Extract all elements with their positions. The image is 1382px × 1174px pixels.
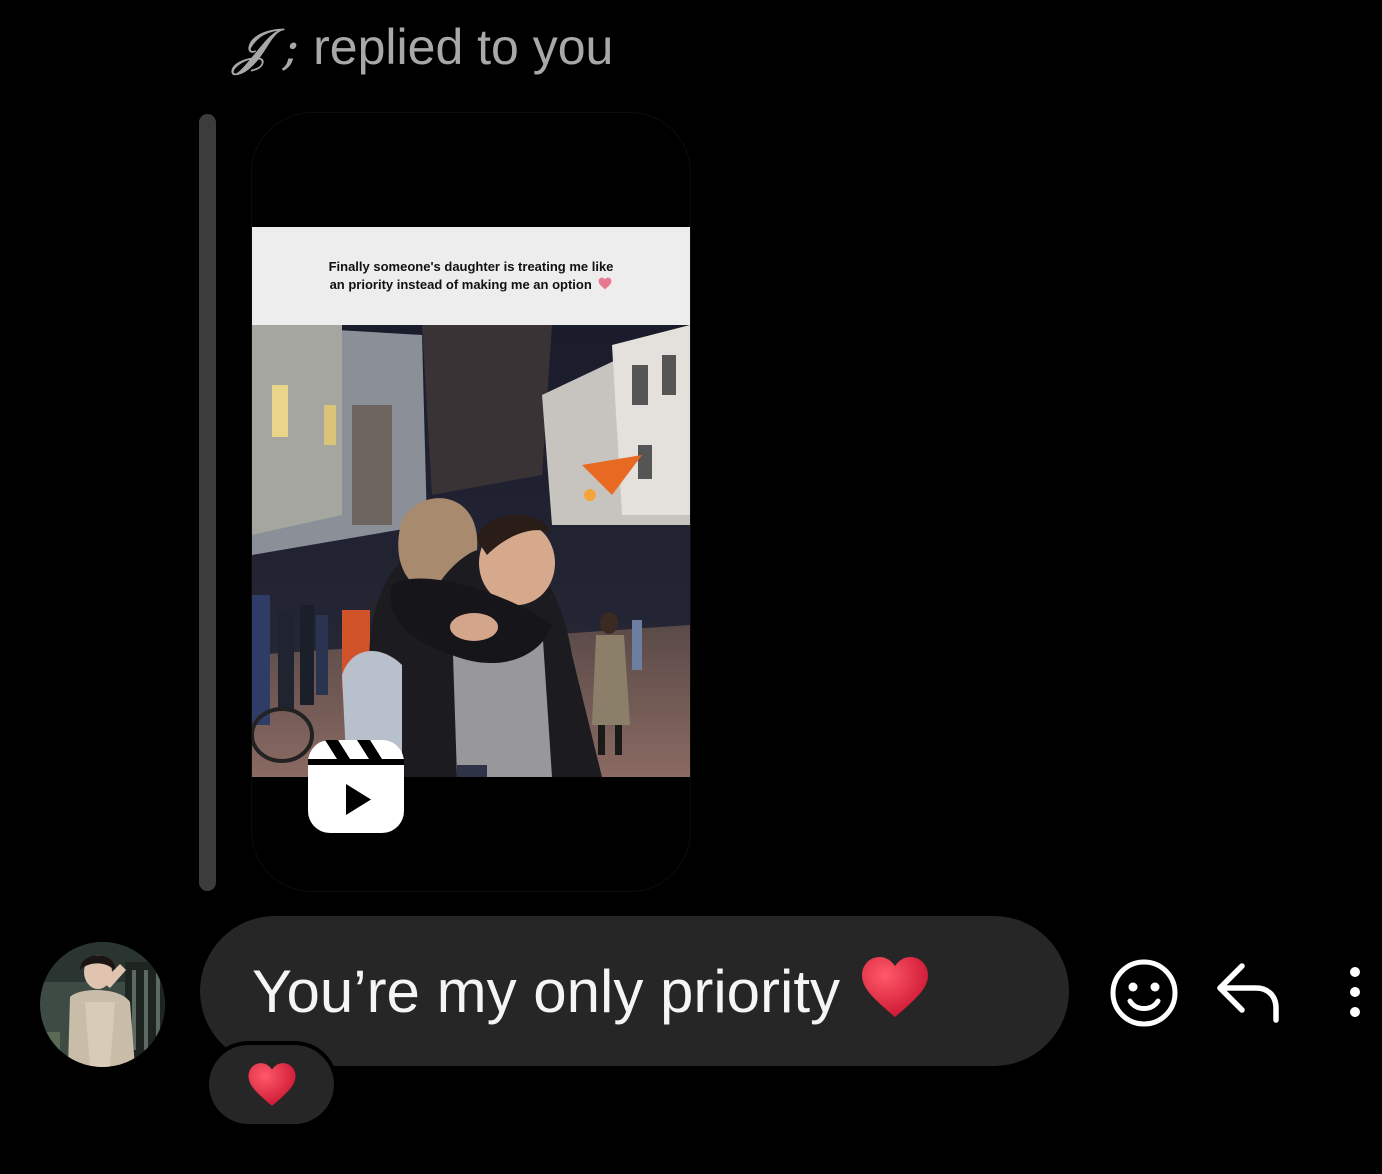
reel-caption-text: Finally someone's daughter is treating m…	[328, 259, 614, 292]
reel-thumbnail	[252, 325, 690, 777]
more-vertical-icon	[1350, 967, 1360, 1017]
message-text: You’re my only priority	[252, 957, 841, 1025]
reply-button[interactable]	[1212, 958, 1284, 1026]
replier-name: 𝓙 ;	[232, 18, 300, 76]
shared-reel-card[interactable]: Finally someone's daughter is treating m…	[252, 113, 690, 891]
avatar[interactable]	[40, 942, 165, 1067]
reply-quote-bar	[199, 114, 216, 891]
reel-caption-banner: Finally someone's daughter is treating m…	[252, 227, 690, 325]
reaction-pill[interactable]	[205, 1041, 338, 1128]
reply-context-header: 𝓙 ; replied to you	[232, 14, 613, 80]
heart-icon	[598, 277, 612, 290]
heart-emoji-icon	[862, 957, 929, 1017]
dm-thread: 𝓙 ; replied to you Finally someone's dau…	[0, 0, 1382, 1174]
reels-play-icon	[308, 740, 404, 833]
more-options-button[interactable]	[1336, 962, 1374, 1022]
message-bubble[interactable]: You’re my only priority	[200, 916, 1069, 1066]
react-button[interactable]	[1108, 957, 1180, 1029]
smiley-icon	[1110, 959, 1178, 1027]
reply-context-text: replied to you	[313, 19, 614, 75]
reply-arrow-icon	[1217, 963, 1279, 1023]
heart-reaction-icon	[248, 1063, 295, 1106]
